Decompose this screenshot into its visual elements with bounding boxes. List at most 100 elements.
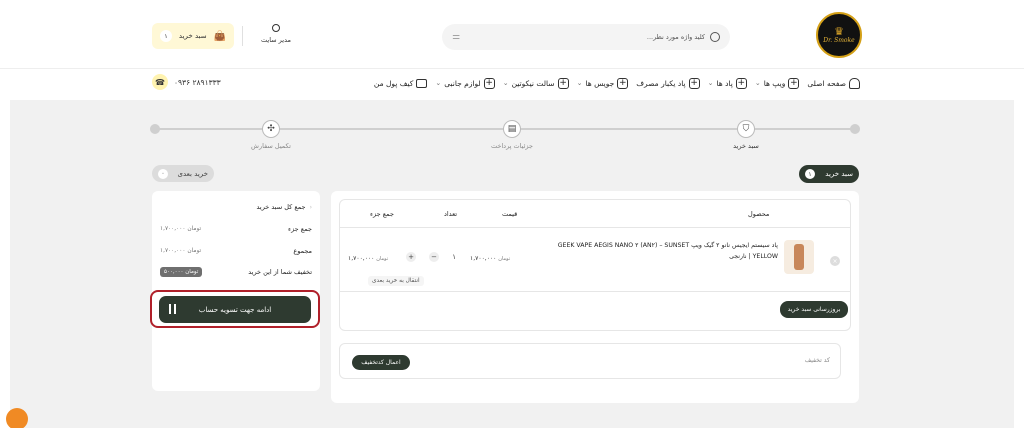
subtotal-label: جمع جزء bbox=[288, 225, 312, 233]
header-qty: تعداد bbox=[444, 210, 458, 218]
coupon-box: کد تخفیف اعمال کدتخفیف bbox=[339, 343, 841, 379]
wallet-icon bbox=[416, 78, 428, 88]
total-value: ۱,۷۰۰,۰۰۰ تومان bbox=[160, 248, 202, 254]
cart-table-header: محصول قیمت تعداد جمع جزء bbox=[340, 200, 850, 228]
chevron-down-icon: ⌄ bbox=[754, 79, 761, 87]
header-divider-line bbox=[0, 68, 1024, 69]
cart-bag-icon: 👜 bbox=[213, 30, 226, 42]
subtotal-value: ۱,۷۰۰,۰۰۰ تومان bbox=[160, 226, 202, 232]
nav-item-accessories[interactable]: + لوازم جانبی ⌄ bbox=[435, 77, 495, 89]
header-subtotal: جمع جزء bbox=[370, 210, 394, 218]
phone-number: ۰۹۳۶ ۲۸۹۱۳۳۳ bbox=[174, 77, 221, 87]
totals-discount-row: تخفیف شما از این خرید ۵۰۰,۰۰۰ تومان bbox=[160, 267, 312, 277]
admin-link[interactable]: مدیر سایت bbox=[258, 24, 294, 44]
main-nav: صفحه اصلی + ویپ ها ⌄ + پاد ها ⌄ + پاد یک… bbox=[300, 74, 860, 92]
coupon-input[interactable]: کد تخفیف bbox=[805, 357, 830, 364]
header-price: قیمت bbox=[502, 210, 518, 218]
discount-badge: ۵۰۰,۰۰۰ تومان bbox=[160, 267, 203, 277]
nav-label: صفحه اصلی bbox=[807, 78, 846, 88]
step-complete: ✣ bbox=[262, 120, 280, 138]
puzzle-icon: ✣ bbox=[262, 120, 280, 138]
header-product: محصول bbox=[748, 210, 770, 218]
item-price-unit: تومان bbox=[498, 256, 511, 262]
pause-icon bbox=[169, 304, 176, 314]
chat-widget-icon[interactable] bbox=[6, 408, 28, 428]
item-subtotal-value: ۱,۷۰۰,۰۰۰ bbox=[348, 255, 375, 262]
header-cart-count: ۱ bbox=[160, 30, 172, 42]
apply-coupon-button[interactable]: اعمال کدتخفیف bbox=[352, 355, 410, 370]
product-image bbox=[794, 244, 804, 270]
site-logo[interactable]: ♛ Dr. Smoke bbox=[816, 12, 862, 58]
header-cart-label: سبد خرید bbox=[178, 32, 207, 40]
plus-icon: + bbox=[735, 77, 747, 89]
remove-item-button[interactable]: × bbox=[830, 256, 840, 266]
update-cart-button[interactable]: بروزرسانی سبد خرید bbox=[780, 301, 848, 318]
nav-label: لوازم جانبی bbox=[444, 78, 481, 88]
nav-item-disposable[interactable]: + پاد یکبار مصرف bbox=[636, 77, 700, 89]
quantity-value[interactable]: ۱ bbox=[452, 253, 456, 261]
chevron-down-icon: ⌄ bbox=[435, 79, 442, 87]
tab-cart-label: سبد خرید bbox=[825, 170, 853, 178]
decrement-button[interactable]: − bbox=[429, 252, 440, 262]
checkout-button[interactable]: ادامه جهت تسویه حساب bbox=[159, 296, 311, 323]
nav-item-salt[interactable]: + سالت نیکوتین ⌄ bbox=[502, 77, 569, 89]
search-icon bbox=[710, 32, 720, 42]
tab-next-label: خرید بعدی bbox=[177, 169, 208, 178]
admin-label: مدیر سایت bbox=[261, 36, 291, 44]
search-input[interactable]: کلید واژه مورد نظر... bbox=[647, 33, 705, 41]
tab-next-count: ۰ bbox=[158, 168, 168, 179]
nav-label: سالت نیکوتین bbox=[511, 78, 555, 88]
logo-text: Dr. Smoke bbox=[823, 36, 855, 44]
nav-item-juices[interactable]: + جویس ها ⌄ bbox=[576, 77, 629, 89]
plus-icon: + bbox=[788, 77, 800, 89]
nav-label: ویپ ها bbox=[763, 78, 786, 88]
item-subtotal-unit: تومان bbox=[376, 256, 389, 262]
item-price-value: ۱,۷۰۰,۰۰۰ bbox=[470, 255, 497, 262]
nav-label: جویس ها bbox=[585, 78, 615, 88]
cart-totals-title: ‹ جمع کل سبد خرید bbox=[256, 203, 312, 211]
header-divider bbox=[242, 26, 243, 46]
nav-label: پاد ها bbox=[716, 78, 733, 88]
cart-card: محصول قیمت تعداد جمع جزء × پاد سیستم ایج… bbox=[331, 191, 859, 403]
cart-table: محصول قیمت تعداد جمع جزء × پاد سیستم ایج… bbox=[339, 199, 851, 331]
crown-icon: ♛ bbox=[834, 24, 844, 38]
bag-icon: ⛉ bbox=[737, 120, 755, 138]
nav-item-home[interactable]: صفحه اصلی bbox=[807, 77, 860, 89]
chevron-down-icon: ⌄ bbox=[502, 79, 509, 87]
plus-icon: + bbox=[617, 77, 629, 89]
chevron-down-icon: ⌄ bbox=[576, 79, 583, 87]
product-thumbnail[interactable] bbox=[784, 240, 814, 274]
chevron-down-icon: ⌄ bbox=[707, 79, 714, 87]
header-cart-button[interactable]: 👜 سبد خرید ۱ bbox=[152, 23, 234, 49]
nav-label: کیف پول من bbox=[373, 78, 414, 88]
checkout-label: ادامه جهت تسویه حساب bbox=[198, 305, 272, 314]
nav-label: پاد یکبار مصرف bbox=[636, 78, 686, 88]
phone-icon: ☎ bbox=[152, 74, 168, 90]
user-icon bbox=[272, 24, 280, 32]
nav-item-wallet[interactable]: کیف پول من bbox=[373, 78, 428, 88]
total-label: مجموع bbox=[293, 247, 312, 255]
step-label-complete: تکمیل سفارش bbox=[251, 142, 291, 150]
nav-item-vapes[interactable]: + ویپ ها ⌄ bbox=[754, 77, 800, 89]
receipt-icon: ▤ bbox=[503, 120, 521, 138]
search-bar[interactable]: کلید واژه مورد نظر... ⚌ bbox=[442, 24, 730, 50]
quantity-stepper[interactable]: + − ۱ bbox=[406, 250, 456, 264]
step-payment: ▤ bbox=[503, 120, 521, 138]
table-row: × پاد سیستم ایجیس نانو ۲ گیک ویپ GEEK VA… bbox=[340, 228, 850, 292]
plus-icon: + bbox=[557, 77, 569, 89]
tab-cart[interactable]: سبد خرید ۱ bbox=[799, 165, 859, 183]
tab-cart-count: ۱ bbox=[805, 169, 815, 179]
step-label-payment: جزئیات پرداخت bbox=[490, 142, 534, 150]
move-to-next-purchase-link[interactable]: انتقال به خرید بعدی bbox=[368, 276, 424, 286]
filter-icon[interactable]: ⚌ bbox=[452, 32, 460, 42]
nav-item-pods[interactable]: + پاد ها ⌄ bbox=[707, 77, 747, 89]
totals-title-text: جمع کل سبد خرید bbox=[256, 203, 306, 211]
step-label-cart: سبد خرید bbox=[733, 142, 759, 150]
plus-icon: + bbox=[483, 77, 495, 89]
discount-label: تخفیف شما از این خرید bbox=[248, 268, 312, 276]
step-cart: ⛉ bbox=[737, 120, 755, 138]
product-name[interactable]: پاد سیستم ایجیس نانو ۲ گیک ویپ GEEK VAPE… bbox=[538, 240, 778, 262]
phone-contact[interactable]: ☎ ۰۹۳۶ ۲۸۹۱۳۳۳ bbox=[152, 74, 221, 90]
increment-button[interactable]: + bbox=[406, 252, 416, 262]
tab-next-purchase[interactable]: خرید بعدی ۰ bbox=[152, 165, 214, 182]
